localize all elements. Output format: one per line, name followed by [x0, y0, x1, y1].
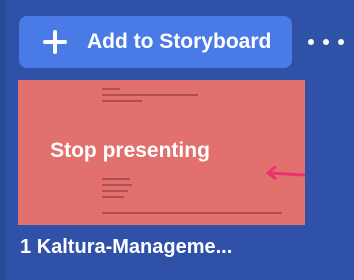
doc-line: [102, 212, 282, 214]
slide-thumbnail[interactable]: Stop presenting: [18, 80, 305, 225]
doc-line: [102, 196, 124, 198]
slide-name: Kaltura-Manageme...: [36, 236, 233, 258]
doc-line: [102, 178, 130, 180]
plus-icon: [43, 30, 67, 54]
add-to-storyboard-button[interactable]: Add to Storyboard: [19, 16, 292, 68]
stop-presenting-text[interactable]: Stop presenting: [18, 139, 242, 163]
add-to-storyboard-label: Add to Storyboard: [87, 30, 272, 53]
doc-line: [102, 190, 128, 192]
slide-title[interactable]: 1 Kaltura-Manageme...: [20, 236, 350, 259]
doc-line: [102, 100, 142, 102]
slide-number: 1: [20, 236, 32, 258]
doc-line: [102, 88, 120, 90]
more-options-icon[interactable]: [308, 32, 344, 52]
pointer-arrow-icon: [266, 166, 305, 180]
storyboard-panel: Add to Storyboard Stop presenting 1 Kalt…: [0, 0, 354, 280]
doc-line: [102, 94, 198, 96]
doc-line: [102, 184, 132, 186]
